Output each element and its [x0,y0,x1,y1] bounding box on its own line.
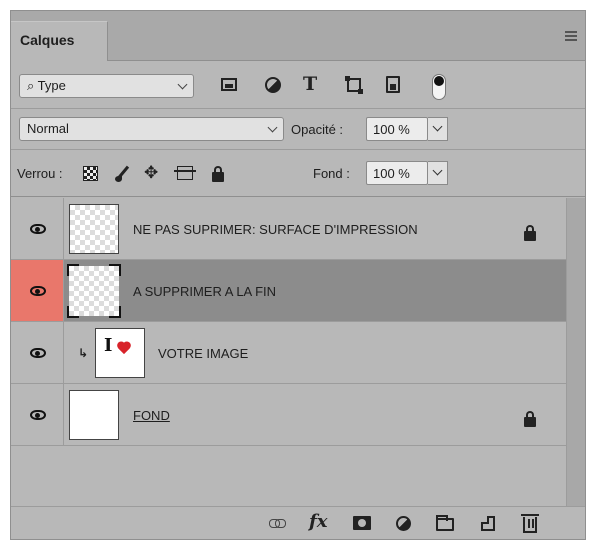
layer-row[interactable]: A SUPPRIMER A LA FIN [11,260,566,322]
layers-panel: Calques ⌕ Type T Normal Opacité : 100 % … [10,10,586,540]
smart-object-filter-icon[interactable] [386,76,400,93]
shape-layer-filter-icon[interactable] [345,76,363,94]
visibility-toggle[interactable] [11,260,64,321]
tab-layers[interactable]: Calques [11,21,108,61]
scrollbar[interactable] [566,198,585,506]
opacity-field[interactable]: 100 % [366,117,428,141]
layer-style-fx-icon[interactable]: fx [309,511,327,532]
lock-row: Verrou : ✥ Fond : 100 % [11,151,585,197]
filter-kind-label: Type [37,78,66,93]
blend-row: Normal Opacité : 100 % [11,110,585,150]
filter-toggle[interactable] [432,74,446,100]
layer-row[interactable]: NE PAS SUPRIMER: SURFACE D'IMPRESSION [11,198,566,260]
new-adjustment-layer-icon[interactable] [396,516,411,531]
panel-menu-icon[interactable] [565,31,577,41]
new-layer-icon[interactable] [481,516,495,531]
search-icon: ⌕ [27,78,35,93]
bottom-toolbar: fx [11,506,585,539]
i-love-image-thumbnail: I [102,335,140,367]
opacity-dropdown[interactable] [428,117,448,141]
clipping-mask-arrow-icon: ↳ [78,346,89,360]
lock-icon [524,411,536,427]
chevron-down-icon [267,122,278,133]
layer-row[interactable]: FOND [11,384,566,446]
layer-thumbnail [67,264,121,318]
layer-name: FOND [133,408,170,423]
layer-thumbnail: I [95,328,145,378]
add-mask-icon[interactable] [353,516,371,530]
lock-all-icon[interactable] [212,166,224,182]
layers-list: NE PAS SUPRIMER: SURFACE D'IMPRESSION A … [11,198,566,506]
layer-name: A SUPPRIMER A LA FIN [133,284,277,299]
adjustment-layer-filter-icon[interactable] [265,77,281,93]
type-layer-filter-icon[interactable]: T [303,73,321,95]
eye-icon [30,224,46,234]
eye-icon [30,410,46,420]
lock-icon [524,225,536,241]
filter-kind-select[interactable]: ⌕ Type [19,74,194,98]
eye-icon [30,286,46,296]
layer-thumbnail [69,204,119,254]
layer-row[interactable]: ↳ I VOTRE IMAGE [11,322,566,384]
layer-thumbnail [69,390,119,440]
fill-label: Fond : [313,166,350,181]
lock-position-icon[interactable]: ✥ [144,163,158,183]
pixel-layer-filter-icon[interactable] [221,78,237,91]
opacity-label: Opacité : [291,122,344,137]
blend-mode-select[interactable]: Normal [19,117,284,141]
visibility-toggle[interactable] [11,198,64,259]
lock-artboard-icon[interactable] [174,166,196,180]
eye-icon [30,348,46,358]
lock-label: Verrou : [17,166,63,181]
new-group-folder-icon[interactable] [436,515,454,531]
chevron-down-icon [177,79,188,90]
layer-name: VOTRE IMAGE [158,346,249,361]
trash-icon[interactable] [521,514,539,533]
blend-mode-label: Normal [27,121,69,136]
layer-name: NE PAS SUPRIMER: SURFACE D'IMPRESSION [133,222,418,237]
fill-field[interactable]: 100 % [366,161,428,185]
visibility-toggle[interactable] [11,384,64,445]
fill-dropdown[interactable] [428,161,448,185]
lock-transparent-pixels-icon[interactable] [83,166,98,181]
lock-image-pixels-icon[interactable] [115,166,131,182]
heart-icon [118,342,132,354]
link-layers-icon[interactable] [269,517,286,529]
filter-row: ⌕ Type T [11,62,585,109]
visibility-toggle[interactable] [11,322,64,383]
panel-tab-bar: Calques [11,11,585,61]
